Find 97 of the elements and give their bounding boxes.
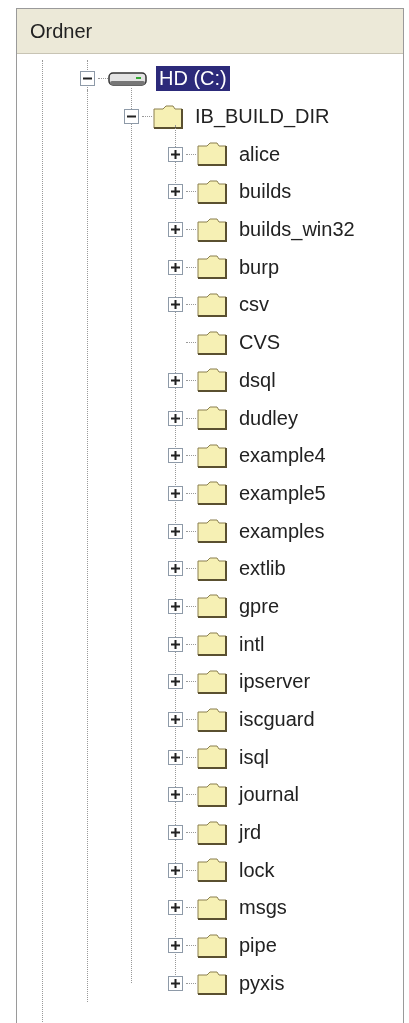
folder-icon — [196, 291, 228, 318]
plus-icon — [170, 262, 180, 272]
tree-item[interactable]: HD (C:) — [156, 66, 230, 92]
plus-icon — [170, 300, 180, 310]
expand-toggle[interactable] — [167, 825, 183, 841]
tree-item[interactable]: IB_BUILD_DIR — [192, 104, 333, 130]
plus-icon — [170, 639, 180, 649]
folder-icon — [196, 480, 228, 507]
expand-toggle[interactable] — [167, 598, 183, 614]
expand-toggle[interactable] — [167, 975, 183, 991]
plus-icon — [170, 865, 180, 875]
folder-icon — [196, 932, 228, 959]
expand-toggle[interactable] — [167, 674, 183, 690]
folder-icon — [196, 555, 228, 582]
plus-icon — [170, 828, 180, 838]
tree-item[interactable]: examples — [236, 518, 328, 544]
folder-icon — [196, 442, 228, 469]
tree-item[interactable]: journal — [236, 782, 303, 808]
collapse-toggle[interactable] — [79, 71, 95, 87]
folder-icon — [196, 141, 228, 168]
plus-icon — [170, 752, 180, 762]
panel-title: Ordner — [17, 9, 403, 54]
expand-toggle[interactable] — [167, 712, 183, 728]
plus-icon — [170, 564, 180, 574]
plus-icon — [170, 375, 180, 385]
folder-icon — [152, 103, 184, 130]
folder-icon — [196, 329, 228, 356]
tree-item[interactable]: CVS — [236, 330, 284, 356]
plus-icon — [170, 903, 180, 913]
folder-icon — [196, 744, 228, 771]
tree-item[interactable]: pyxis — [236, 970, 288, 996]
plus-icon — [170, 715, 180, 725]
expand-toggle[interactable] — [167, 448, 183, 464]
expand-toggle[interactable] — [167, 410, 183, 426]
expand-toggle[interactable] — [167, 749, 183, 765]
tree-item[interactable]: iscguard — [236, 707, 318, 733]
folder-icon — [196, 254, 228, 281]
tree-item[interactable]: example4 — [236, 443, 329, 469]
tree-item[interactable]: pipe — [236, 933, 280, 959]
expand-toggle[interactable] — [167, 184, 183, 200]
tree-item[interactable]: csv — [236, 292, 272, 318]
tree-item[interactable]: builds_win32 — [236, 217, 358, 243]
folder-icon — [196, 970, 228, 997]
folder-icon — [196, 518, 228, 545]
expand-toggle[interactable] — [167, 297, 183, 313]
tree-item[interactable]: extlib — [236, 556, 289, 582]
plus-icon — [170, 225, 180, 235]
folder-icon — [196, 894, 228, 921]
tree-item[interactable]: burp — [236, 254, 283, 280]
drive-icon — [108, 69, 148, 88]
plus-icon — [170, 526, 180, 536]
plus-icon — [170, 187, 180, 197]
collapse-toggle[interactable] — [123, 109, 139, 125]
tree-item[interactable]: msgs — [236, 895, 290, 921]
tree-item[interactable]: intl — [236, 631, 268, 657]
expand-toggle[interactable] — [167, 787, 183, 803]
folder-icon — [196, 216, 228, 243]
folder-icon — [196, 857, 228, 884]
folder-icon — [196, 593, 228, 620]
tree-item[interactable]: jrd — [236, 820, 265, 846]
tree-item[interactable]: dudley — [236, 405, 301, 431]
plus-icon — [170, 601, 180, 611]
tree-item[interactable]: builds — [236, 179, 295, 205]
expand-toggle[interactable] — [167, 259, 183, 275]
plus-icon — [170, 149, 180, 159]
expand-toggle[interactable] — [167, 222, 183, 238]
folder-icon — [196, 781, 228, 808]
tree-item[interactable]: example5 — [236, 480, 329, 506]
plus-icon — [170, 413, 180, 423]
expand-toggle[interactable] — [167, 938, 183, 954]
folder-icon — [196, 367, 228, 394]
expand-toggle[interactable] — [167, 862, 183, 878]
expand-toggle[interactable] — [167, 561, 183, 577]
tree-item[interactable]: lock — [236, 857, 278, 883]
expand-toggle[interactable] — [167, 485, 183, 501]
expand-toggle[interactable] — [167, 900, 183, 916]
expand-toggle[interactable] — [167, 372, 183, 388]
folder-icon — [196, 668, 228, 695]
plus-icon — [170, 790, 180, 800]
expand-toggle[interactable] — [167, 523, 183, 539]
plus-icon — [170, 488, 180, 498]
expand-toggle[interactable] — [167, 146, 183, 162]
plus-icon — [170, 941, 180, 951]
tree-item[interactable]: ipserver — [236, 669, 314, 695]
folder-icon — [196, 405, 228, 432]
plus-icon — [170, 978, 180, 988]
tree-item[interactable]: dsql — [236, 367, 279, 393]
plus-icon — [170, 677, 180, 687]
folder-icon — [196, 706, 228, 733]
folder-icon — [196, 178, 228, 205]
plus-icon — [170, 451, 180, 461]
folder-icon — [196, 819, 228, 846]
folder-icon — [196, 631, 228, 658]
expand-toggle[interactable] — [167, 636, 183, 652]
tree-item[interactable]: alice — [236, 141, 284, 167]
tree-item[interactable]: gpre — [236, 593, 283, 619]
tree-item[interactable]: isql — [236, 744, 272, 770]
